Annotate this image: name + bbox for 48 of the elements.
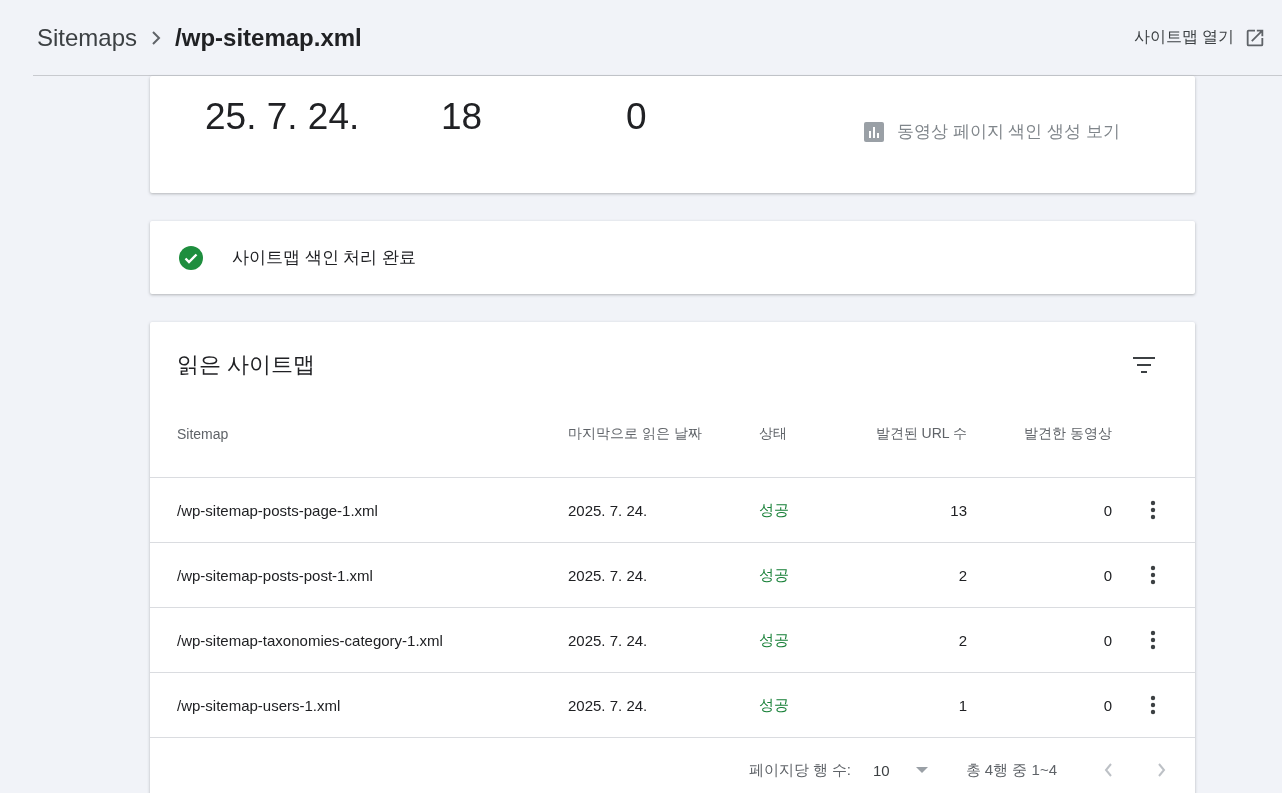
bar-chart-icon [863, 120, 885, 143]
table-cell-text: 2 [957, 566, 967, 584]
stat-value: 18 [441, 96, 484, 138]
dropdown-icon [915, 767, 928, 773]
rows-per-page-select[interactable]: 10 [873, 761, 928, 779]
chevron-right-icon [151, 30, 162, 45]
chevron-left-icon [1103, 762, 1113, 778]
more-icon [1150, 565, 1156, 585]
table-cell-text: 0 [1102, 501, 1112, 519]
column-header: 상태 [759, 424, 788, 443]
table-cell-text: 13 [949, 501, 967, 519]
stat-value: 0 [626, 96, 648, 138]
video-indexing-link[interactable]: 동영상 페이지 색인 생성 보기 [863, 120, 1120, 143]
status-cell-text: 성공 [759, 630, 790, 650]
more-icon [1150, 695, 1156, 715]
table-title: 읽은 사이트맵 [177, 351, 316, 379]
filter-icon[interactable] [1133, 357, 1155, 373]
open-sitemap-link[interactable]: 사이트맵 열기 [1133, 26, 1266, 49]
stat-value: 25. 7. 24. [205, 96, 361, 138]
status-message: 사이트맵 색인 처리 완료 [232, 247, 417, 269]
chevron-right-icon [1157, 762, 1167, 778]
status-cell-text: 성공 [759, 695, 790, 715]
table-cell-text: 2025. 7. 24. [568, 696, 649, 714]
column-header: 마지막으로 읽은 날짜 [568, 424, 703, 443]
check-circle-icon [179, 245, 203, 270]
breadcrumb-current: /wp-sitemap.xml [175, 23, 362, 52]
table-cell-text: 0 [1102, 696, 1112, 714]
column-header: Sitemap [177, 425, 230, 442]
rows-per-page-label: 페이지당 행 수: [748, 760, 851, 780]
table-cell-text: /wp-sitemap-taxonomies-category-1.xml [177, 631, 444, 649]
more-icon [1150, 630, 1156, 650]
more-icon [1150, 500, 1156, 520]
table-cell-text: 2025. 7. 24. [568, 566, 649, 584]
table-cell-text: /wp-sitemap-users-1.xml [177, 696, 342, 714]
breadcrumb-link[interactable]: Sitemaps [37, 23, 138, 52]
status-cell-text: 성공 [759, 500, 790, 520]
column-header: 발견된 URL 수 [874, 424, 967, 443]
page-range: 총 4행 중 1~4 [965, 760, 1057, 780]
table-cell-text: /wp-sitemap-posts-post-1.xml [177, 566, 374, 584]
table-cell-text: 0 [1102, 566, 1112, 584]
table-cell-text: 2025. 7. 24. [568, 631, 649, 649]
table-cell-text: /wp-sitemap-posts-page-1.xml [177, 501, 379, 519]
status-cell-text: 성공 [759, 565, 790, 585]
table-cell-text: 1 [957, 696, 967, 714]
table-cell-text: 0 [1102, 631, 1112, 649]
table-cell-text: 2025. 7. 24. [568, 501, 649, 519]
table-cell-text: 2 [957, 631, 967, 649]
column-header: 발견한 동영상 [1023, 424, 1112, 443]
